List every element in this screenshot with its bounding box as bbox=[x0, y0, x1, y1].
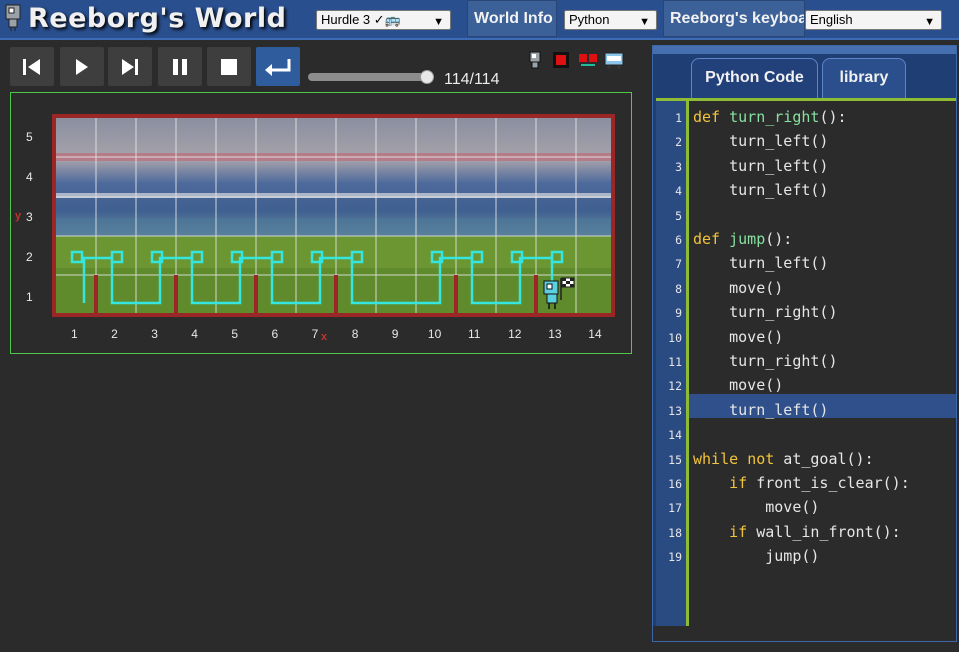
col-label: 13 bbox=[548, 327, 562, 341]
col-label: 10 bbox=[427, 327, 442, 341]
row-label: 1 bbox=[26, 290, 33, 304]
col-label: 4 bbox=[191, 327, 198, 341]
language-select[interactable]: Python ▼ bbox=[564, 10, 657, 30]
step-icon bbox=[122, 58, 138, 75]
code-line[interactable]: move() bbox=[693, 328, 783, 346]
code-line[interactable]: jump() bbox=[693, 547, 819, 565]
return-button[interactable] bbox=[256, 47, 300, 86]
line-number: 19 bbox=[668, 550, 682, 565]
speed-slider-thumb[interactable] bbox=[420, 70, 434, 84]
row-label: 2 bbox=[26, 250, 33, 264]
line-number: 14 bbox=[668, 428, 682, 443]
chevron-down-icon: ▼ bbox=[433, 16, 444, 28]
line-number: 15 bbox=[668, 452, 682, 467]
app-title: Reeborg's World bbox=[28, 3, 287, 34]
code-line[interactable]: while not at_goal(): bbox=[693, 450, 874, 468]
code-line[interactable]: turn_left() bbox=[693, 157, 828, 175]
col-label: 7 bbox=[311, 327, 319, 341]
col-label: 14 bbox=[588, 327, 602, 341]
chevron-down-icon: ▼ bbox=[639, 16, 650, 28]
line-number: 12 bbox=[668, 379, 682, 394]
line-number: 9 bbox=[675, 306, 682, 321]
tab-python-code[interactable]: Python Code bbox=[691, 58, 818, 98]
trace-toggle-icon[interactable] bbox=[578, 51, 598, 69]
editor-world-icon[interactable] bbox=[604, 51, 624, 69]
world-select[interactable]: Hurdle 3 ✓🚌 ▼ bbox=[316, 10, 451, 30]
row-label: 5 bbox=[26, 130, 33, 144]
col-label: 12 bbox=[508, 327, 522, 341]
col-label: 1 bbox=[71, 327, 78, 341]
col-label: 11 bbox=[468, 327, 481, 341]
line-number: 18 bbox=[668, 525, 682, 540]
line-number: 8 bbox=[675, 281, 682, 296]
app-header: Reeborg's World Hurdle 3 ✓🚌 ▼ World Info … bbox=[0, 0, 959, 40]
speed-slider[interactable] bbox=[308, 73, 434, 81]
run-button[interactable] bbox=[60, 47, 104, 86]
code-line[interactable]: turn_right() bbox=[693, 352, 837, 370]
line-number: 3 bbox=[675, 159, 682, 174]
world-info-button[interactable]: World Info bbox=[467, 0, 557, 37]
tab-library[interactable]: library bbox=[822, 58, 906, 98]
highlight-icon[interactable] bbox=[552, 51, 572, 69]
robot-icon[interactable] bbox=[526, 51, 546, 69]
line-number: 6 bbox=[675, 233, 682, 247]
reeborg-logo-icon bbox=[5, 4, 21, 31]
code-line[interactable]: turn_left() bbox=[693, 401, 828, 419]
y-axis-letter: y bbox=[15, 210, 22, 222]
col-label: 9 bbox=[391, 327, 399, 341]
chevron-down-icon: ▼ bbox=[924, 16, 935, 28]
code-line[interactable]: if front_is_clear(): bbox=[693, 474, 910, 492]
ui-language-select[interactable]: English ▼ bbox=[805, 10, 942, 30]
step-counter: 114/114 bbox=[444, 71, 500, 88]
col-label: 3 bbox=[151, 327, 158, 341]
code-line[interactable]: if wall_in_front(): bbox=[693, 523, 901, 541]
editor-panel: Python Code library 1 def turn_right(): 2 … bbox=[652, 45, 957, 642]
playback-toolbar bbox=[6, 47, 302, 87]
line-number: 1 bbox=[675, 111, 682, 125]
stop-button[interactable] bbox=[207, 47, 251, 86]
line-number: 10 bbox=[668, 330, 682, 345]
world-canvas bbox=[56, 118, 611, 313]
line-number: 2 bbox=[675, 135, 682, 150]
code-line[interactable]: def jump(): bbox=[693, 230, 792, 248]
step-button[interactable] bbox=[108, 47, 152, 86]
line-number: 17 bbox=[668, 501, 682, 516]
keyboard-button[interactable]: Reeborg's keyboard bbox=[663, 0, 805, 37]
row-label: 4 bbox=[26, 170, 33, 184]
pause-icon bbox=[173, 58, 187, 75]
line-number: 7 bbox=[675, 257, 682, 272]
code-line[interactable]: turn_left() bbox=[693, 132, 828, 150]
line-number: 16 bbox=[668, 477, 682, 491]
col-label: 8 bbox=[351, 327, 359, 341]
col-label: 6 bbox=[271, 327, 279, 341]
pause-button[interactable] bbox=[158, 47, 202, 86]
code-editor[interactable]: 1 def turn_right(): 2 turn_left() 3 turn_le… bbox=[656, 98, 956, 629]
code-line[interactable]: turn_left() bbox=[693, 254, 828, 272]
code-line[interactable]: move() bbox=[693, 498, 819, 516]
return-icon bbox=[265, 58, 291, 76]
run-icon bbox=[76, 58, 88, 75]
world-grid bbox=[52, 114, 615, 317]
world-icons bbox=[526, 51, 624, 71]
reload-button[interactable] bbox=[10, 47, 54, 86]
row-label: 3 bbox=[26, 210, 33, 224]
line-number: 4 bbox=[675, 184, 682, 199]
line-number: 13 bbox=[668, 403, 682, 418]
stop-icon bbox=[221, 58, 237, 75]
col-label: 5 bbox=[231, 327, 239, 341]
reload-icon bbox=[23, 58, 40, 75]
x-axis-letter: x bbox=[321, 331, 328, 343]
code-line[interactable]: turn_right() bbox=[693, 303, 837, 321]
code-line[interactable]: def turn_right(): bbox=[693, 108, 847, 126]
code-line[interactable]: move() bbox=[693, 376, 783, 394]
code-line[interactable]: turn_left() bbox=[693, 181, 828, 199]
line-number: 5 bbox=[675, 208, 682, 223]
col-label: 2 bbox=[111, 327, 118, 341]
code-line[interactable]: move() bbox=[693, 279, 783, 297]
line-number: 11 bbox=[668, 355, 682, 369]
